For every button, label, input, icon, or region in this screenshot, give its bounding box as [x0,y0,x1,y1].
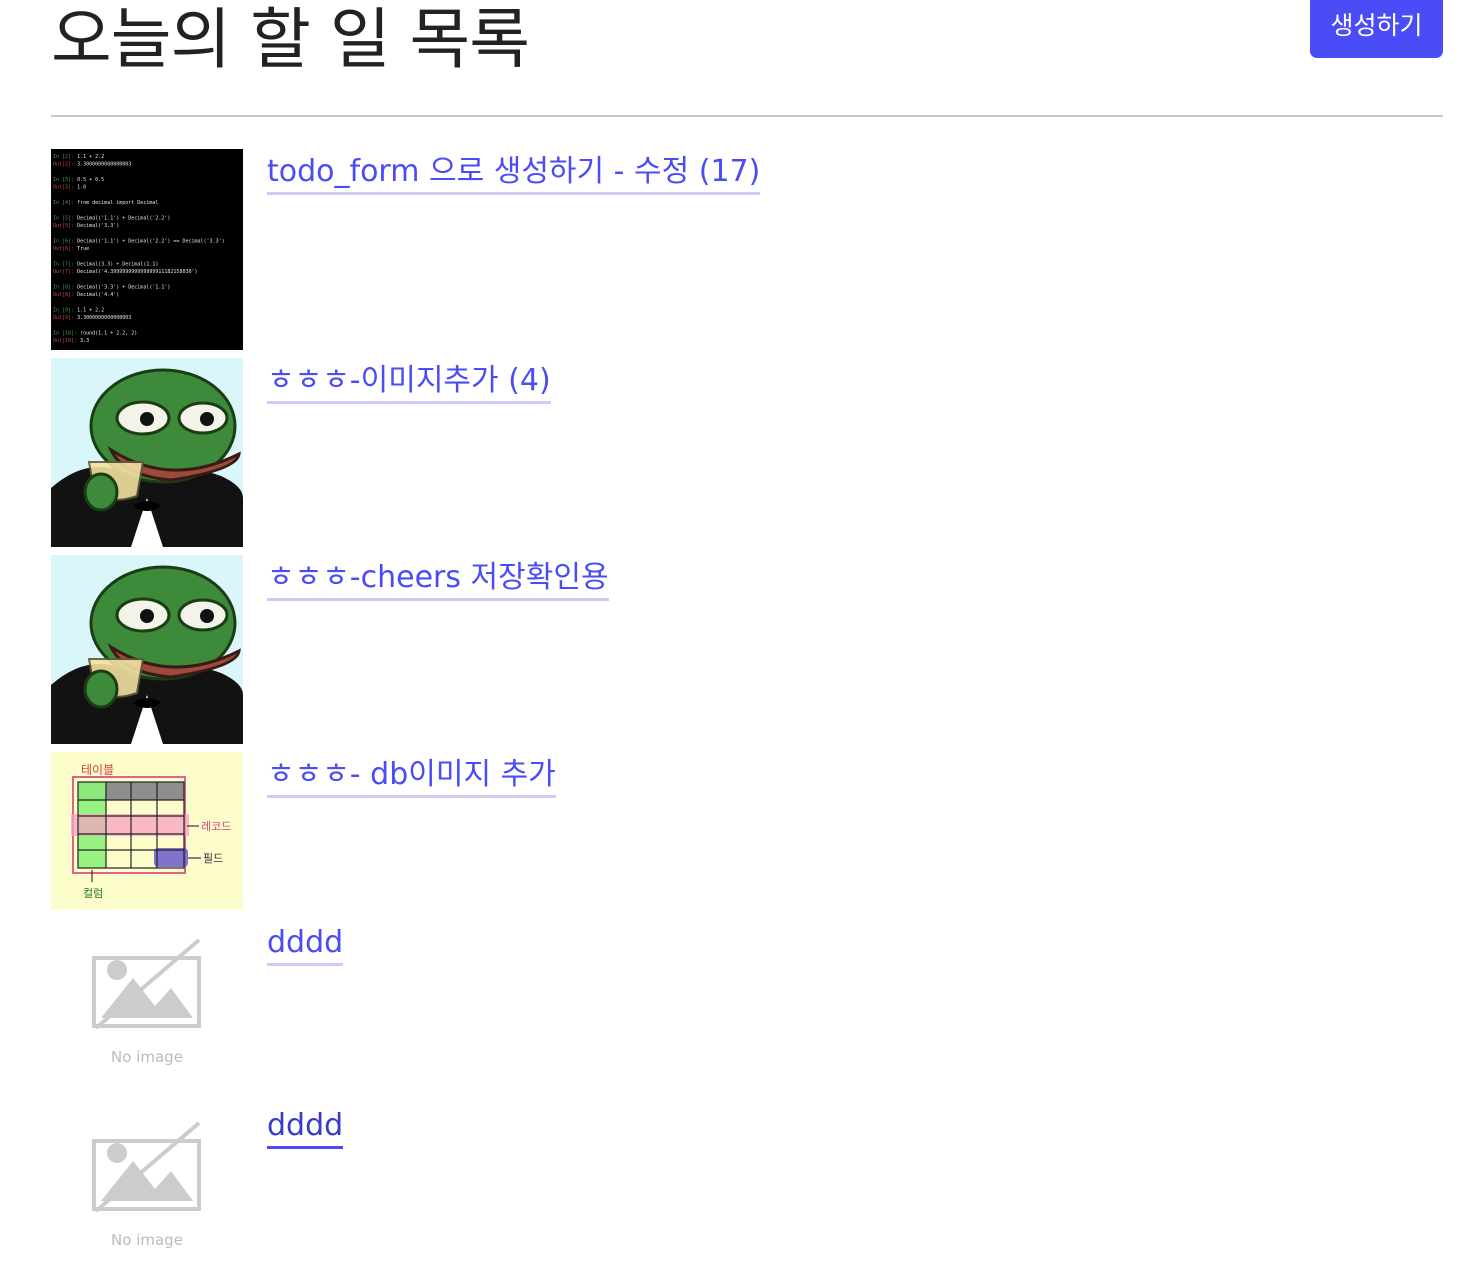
code-line: Out[9]: 3.3000000000000003 [53,315,131,321]
diagram-field-label: 필드 [203,852,223,865]
no-image-label: No image [111,1231,183,1249]
pepe-right-pupil [200,412,214,426]
sun-icon [107,1143,127,1163]
code-line: Out[7]: Decimal('4.399999999999999911182… [53,269,198,275]
todo-title-link[interactable]: dddd [267,923,344,966]
no-image-label: No image [111,1048,183,1066]
todo-item: ㅎㅎㅎ-이미지추가 (4) [51,358,1443,547]
code-line: In [9]: 1.1 + 2.2 [53,308,104,314]
todo-title-link[interactable]: dddd [267,1106,344,1149]
todo-thumbnail: 테이블 레코드 필드 컬럼 [51,752,243,910]
code-line: In [6]: Decimal('1.1') + Decimal('2.2') … [53,239,225,245]
todo-item: 테이블 레코드 필드 컬럼 ㅎㅎㅎ- db이미지 추가 [51,752,1443,910]
pepe-hand [83,669,119,709]
header-divider [51,115,1443,117]
todo-title-link[interactable]: ㅎㅎㅎ-이미지추가 (4) [267,361,551,404]
pepe-cheers-image [51,555,243,744]
pepe-left-pupil [140,412,154,426]
code-line: Out[3]: 1.0 [53,185,86,191]
no-image-placeholder: No image [92,938,201,1066]
sun-icon [107,960,127,980]
table-diagram-image: 테이블 레코드 필드 컬럼 [51,752,243,910]
pepe-left-pupil [140,609,154,623]
code-line: Out[5]: Decimal('3.3') [53,223,119,229]
code-line: In [7]: Decimal(3.3) + Decimal(1.1) [53,262,158,268]
page-header: 오늘의 할 일 목록 생성하기 [51,0,1443,116]
todo-title-link[interactable]: ㅎㅎㅎ- db이미지 추가 [267,755,556,798]
code-line: Out[2]: 3.3000000000000003 [53,162,131,168]
diagram-record-highlight [71,814,189,836]
todo-item: No image dddd [51,920,1443,1070]
diagram-record-label: 레코드 [201,820,231,833]
code-screenshot-image: In [2]: 1.1 + 2.2 Out[2]: 3.3000000000000… [51,149,243,350]
todo-title-link[interactable]: ㅎㅎㅎ-cheers 저장확인용 [267,558,609,601]
code-line: In [4]: from decimal import Decimal [53,200,158,206]
create-button[interactable]: 생성하기 [1310,0,1443,58]
code-line: Out[8]: Decimal('4.4') [53,292,119,298]
pepe-hand [83,472,119,512]
diagram-field-highlight [154,848,188,867]
page-title: 오늘의 할 일 목록 [51,1,530,78]
code-line: In [8]: Decimal('3.3') + Decimal('1.1') [53,285,170,291]
code-line: In [10]: round(1.1 + 2.2, 2) [53,331,137,337]
diagram-column-label: 컬럼 [83,887,103,900]
todo-item: In [2]: 1.1 + 2.2 Out[2]: 3.3000000000000… [51,149,1443,350]
code-line: Out[6]: True [53,246,89,252]
todo-list-page: 오늘의 할 일 목록 생성하기 In [2]: 1.1 + 2.2 Out[2]:… [0,0,1466,1272]
pepe-cheers-image [51,358,243,547]
todo-item: No image dddd [51,1103,1443,1253]
no-image-placeholder: No image [92,1121,201,1249]
code-line: In [2]: 1.1 + 2.2 [53,154,104,160]
todo-thumbnail: No image [51,920,243,1070]
code-line: In [5]: Decimal('1.1') + Decimal('2.2') [53,216,170,222]
code-line: In [3]: 0.5 + 0.5 [53,177,104,183]
pepe-right-pupil [200,609,214,623]
todo-title-link[interactable]: todo_form 으로 생성하기 - 수정 (17) [267,152,761,195]
todo-thumbnail: In [2]: 1.1 + 2.2 Out[2]: 3.3000000000000… [51,149,243,350]
code-line: Out[10]: 3.3 [53,338,89,344]
diagram-table-label: 테이블 [81,763,114,777]
todo-thumbnail [51,358,243,547]
todo-thumbnail [51,555,243,744]
todo-item: ㅎㅎㅎ-cheers 저장확인용 [51,555,1443,744]
todo-thumbnail: No image [51,1103,243,1253]
